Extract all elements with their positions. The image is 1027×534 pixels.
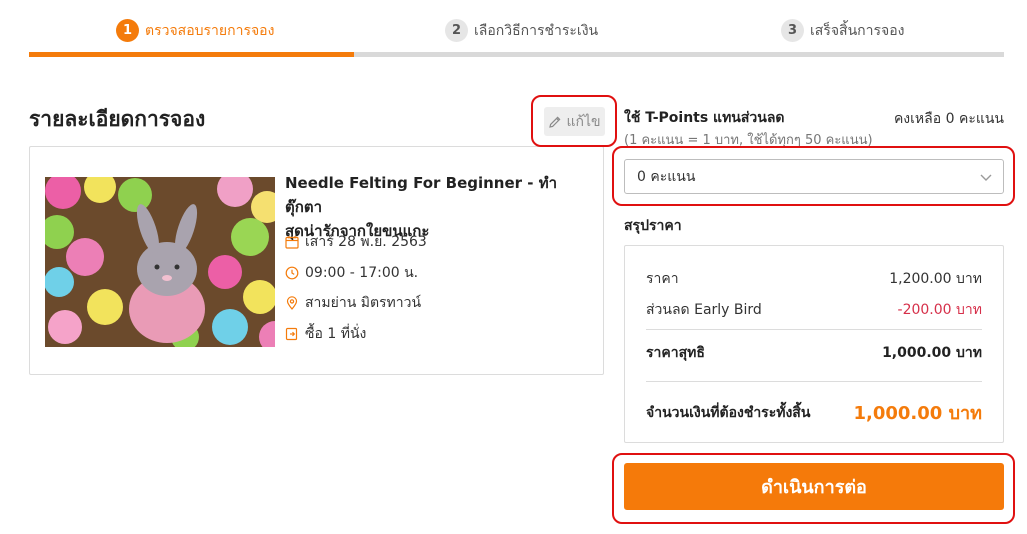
price-value: 1,200.00 บาท [889, 271, 982, 287]
step-number: 2 [445, 19, 468, 42]
step-label: เลือกวิธีการชำระเงิน [474, 22, 599, 39]
step-label: เสร็จสิ้นการจอง [810, 22, 905, 39]
net-price-value: 1,000.00 บาท [882, 345, 982, 361]
step-review: 1 ตรวจสอบรายการจอง [116, 19, 274, 42]
highlight-points-select [612, 146, 1015, 206]
step-number: 1 [116, 19, 139, 42]
event-location-text: สามย่าน มิตรทาวน์ [305, 295, 422, 311]
booking-details-title: รายละเอียดการจอง [29, 107, 206, 131]
total-value: 1,000.00 บาท [853, 403, 983, 424]
discount-row: ส่วนลด Early Bird -200.00 บาท [646, 299, 982, 321]
discount-value: -200.00 บาท [897, 302, 982, 318]
event-time: 09:00 - 17:00 น. [285, 262, 418, 284]
step-number: 3 [781, 19, 804, 42]
progress-track [29, 52, 1004, 57]
net-price-row: ราคาสุทธิ 1,000.00 บาท [646, 342, 982, 364]
ticket-icon [285, 327, 298, 341]
event-seats-text: ซื้อ 1 ที่นั่ง [305, 326, 367, 342]
event-location: สามย่าน มิตรทาวน์ [285, 292, 421, 314]
price-label: ราคา [646, 271, 679, 287]
progress-fill [29, 52, 354, 57]
event-seats: ซื้อ 1 ที่นั่ง [285, 323, 366, 345]
total-label: จำนวนเงินที่ต้องชำระทั้งสิ้น [646, 404, 811, 421]
discount-label: ส่วนลด Early Bird [646, 302, 762, 318]
event-title-line: Needle Felting For Beginner - ทำตุ๊กตา [285, 174, 558, 216]
divider [646, 381, 982, 382]
points-label: ใช้ T-Points แทนส่วนลด [624, 110, 785, 126]
net-price-label: ราคาสุทธิ [646, 345, 705, 361]
event-date-text: เสาร์ 28 พ.ย. 2563 [305, 234, 427, 250]
event-card: Needle Felting For Beginner - ทำตุ๊กตา ส… [29, 146, 604, 375]
points-remaining: คงเหลือ 0 คะแนน [893, 111, 1004, 127]
booking-stepper: 1 ตรวจสอบรายการจอง 2 เลือกวิธีการชำระเงิ… [29, 0, 1004, 57]
step-label: ตรวจสอบรายการจอง [145, 22, 275, 39]
step-complete: 3 เสร็จสิ้นการจอง [781, 19, 904, 42]
total-row: จำนวนเงินที่ต้องชำระทั้งสิ้น 1,000.00 บา… [646, 398, 982, 427]
event-time-text: 09:00 - 17:00 น. [305, 265, 419, 281]
step-payment-method: 2 เลือกวิธีการชำระเงิน [445, 19, 598, 42]
highlight-edit [531, 95, 617, 147]
price-summary-card: ราคา 1,200.00 บาท ส่วนลด Early Bird -200… [624, 245, 1004, 443]
location-pin-icon [286, 296, 298, 310]
price-row: ราคา 1,200.00 บาท [646, 268, 982, 290]
clock-icon [285, 266, 299, 280]
calendar-icon [285, 236, 299, 249]
divider [646, 329, 982, 330]
highlight-continue [612, 453, 1015, 524]
event-date: เสาร์ 28 พ.ย. 2563 [285, 231, 427, 253]
summary-label: สรุปราคา [624, 218, 682, 234]
event-image [45, 177, 275, 347]
